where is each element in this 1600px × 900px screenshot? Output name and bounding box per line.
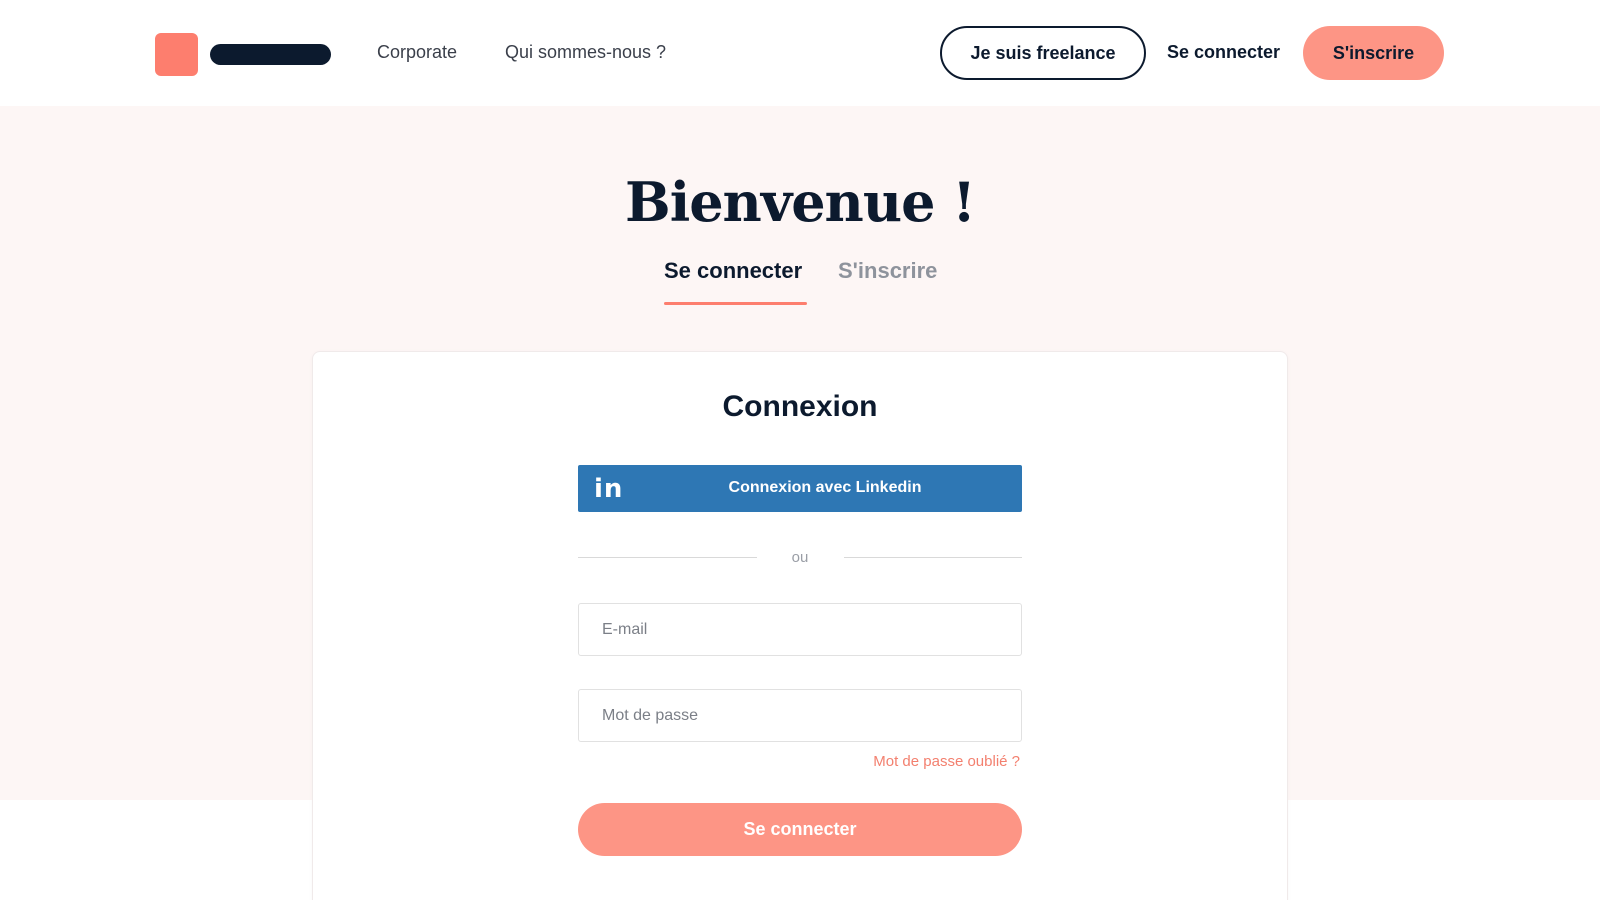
forgot-password-link[interactable]: Mot de passe oublié ? bbox=[780, 753, 1020, 770]
email-input[interactable] bbox=[578, 603, 1022, 656]
page-title: Bienvenue ! bbox=[625, 170, 976, 234]
top-header: Corporate Qui sommes-nous ? Je suis free… bbox=[0, 0, 1600, 106]
separator-line-right bbox=[844, 557, 1022, 558]
header-signup-button[interactable]: S'inscrire bbox=[1303, 26, 1444, 80]
separator-line-left bbox=[578, 557, 757, 558]
card-title: Connexion bbox=[722, 390, 878, 423]
nav-about-link[interactable]: Qui sommes-nous ? bbox=[505, 42, 666, 63]
password-input[interactable] bbox=[578, 689, 1022, 742]
linkedin-login-label: Connexion avec Linkedin bbox=[728, 479, 922, 496]
linkedin-login-button[interactable]: in Connexion avec Linkedin bbox=[578, 465, 1022, 512]
login-submit-button[interactable]: Se connecter bbox=[578, 803, 1022, 856]
logo-wordmark[interactable] bbox=[210, 44, 331, 65]
tab-login[interactable]: Se connecter bbox=[664, 258, 802, 284]
active-tab-indicator bbox=[664, 302, 807, 305]
separator-text: ou bbox=[791, 549, 809, 566]
nav-corporate-link[interactable]: Corporate bbox=[377, 42, 457, 63]
logo-icon[interactable] bbox=[155, 33, 198, 76]
header-login-link[interactable]: Se connecter bbox=[1167, 42, 1280, 63]
freelance-button[interactable]: Je suis freelance bbox=[940, 26, 1146, 80]
tab-signup[interactable]: S'inscrire bbox=[838, 258, 937, 284]
